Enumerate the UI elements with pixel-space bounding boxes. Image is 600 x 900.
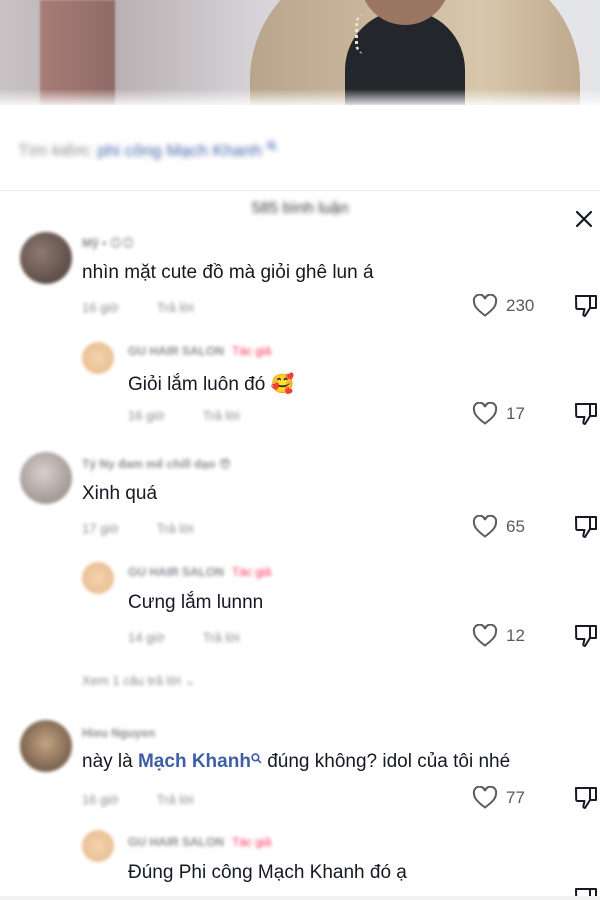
comment-meta: 16 giờ Trả lời bbox=[82, 300, 194, 315]
reply-button[interactable]: Trả lời bbox=[157, 300, 194, 315]
like-count: 17 bbox=[506, 404, 525, 423]
close-button[interactable] bbox=[570, 205, 598, 233]
dislike-button[interactable] bbox=[573, 401, 599, 427]
link-label: Mạch Khanh bbox=[137, 751, 251, 772]
reply-text: Giỏi lắm luôn đó 🥰 bbox=[128, 374, 295, 395]
search-link[interactable]: Mạch Khanh bbox=[138, 751, 262, 772]
like-button[interactable]: 65 bbox=[472, 515, 525, 539]
comment-text: này là Mạch Khanh đúng không? idol của t… bbox=[82, 751, 510, 773]
reply-text: Đúng Phi công Mạch Khanh đó ạ bbox=[128, 862, 407, 883]
reply-meta: 14 giờ Trả lời bbox=[128, 630, 240, 645]
bottom-divider bbox=[0, 896, 600, 900]
avatar[interactable] bbox=[82, 342, 114, 374]
reply-time: 14 giờ bbox=[128, 630, 165, 645]
heart-outline-icon bbox=[472, 294, 498, 317]
dislike-button[interactable] bbox=[573, 514, 599, 540]
comment-text-end: đúng không? idol của tôi nhé bbox=[267, 751, 511, 772]
comment-time: 16 giờ bbox=[82, 300, 119, 315]
heart-outline-icon bbox=[472, 624, 498, 647]
reply-author-name: GU HAIR SALON bbox=[128, 344, 224, 358]
reply-button[interactable]: Trả lời bbox=[157, 521, 194, 536]
comment-time: 17 giờ bbox=[82, 521, 119, 536]
reply-meta: 16 giờ Trả lời bbox=[128, 408, 240, 423]
video-preview[interactable] bbox=[0, 0, 600, 105]
dislike-button[interactable] bbox=[573, 293, 599, 319]
avatar[interactable] bbox=[20, 232, 72, 284]
name-emoji: 😎 bbox=[218, 457, 232, 471]
avatar[interactable] bbox=[82, 562, 114, 594]
video-person-chain bbox=[355, 14, 378, 54]
search-icon bbox=[266, 141, 277, 151]
video-fade bbox=[0, 89, 600, 105]
search-suggestion-bar[interactable]: Tìm kiếm: phi công Mạch Khanh bbox=[0, 105, 600, 191]
avatar[interactable] bbox=[82, 830, 114, 862]
like-button[interactable]: 230 bbox=[472, 294, 534, 318]
author-tag: Tác giả bbox=[232, 565, 272, 579]
reply-username[interactable]: GU HAIR SALON Tác giả bbox=[128, 835, 271, 849]
reply-author-name: GU HAIR SALON bbox=[128, 835, 224, 849]
reply-time: 16 giờ bbox=[128, 408, 165, 423]
comment-time: 16 giờ bbox=[82, 792, 119, 807]
comment-author-name: Tý Ny đam mê chill dạo bbox=[82, 457, 216, 471]
thumbs-down-icon bbox=[575, 516, 597, 538]
heart-outline-icon bbox=[472, 786, 498, 809]
like-count: 12 bbox=[506, 626, 525, 645]
heart-outline-icon bbox=[472, 402, 498, 425]
reply-button[interactable]: Trả lời bbox=[203, 630, 240, 645]
search-icon bbox=[251, 753, 262, 764]
reply-button[interactable]: Trả lời bbox=[203, 408, 240, 423]
comment-username[interactable]: Tý Ny đam mê chill dạo 😎 bbox=[82, 457, 231, 471]
search-suggestion[interactable]: Tìm kiếm: phi công Mạch Khanh bbox=[18, 141, 277, 161]
like-count: 65 bbox=[506, 517, 525, 536]
comments-count-title: 585 bình luận bbox=[251, 200, 349, 217]
like-button[interactable]: 17 bbox=[472, 402, 525, 426]
like-count: 230 bbox=[506, 296, 535, 315]
thumbs-down-icon bbox=[575, 625, 597, 647]
comment-username[interactable]: Hieu Nguyen bbox=[82, 726, 155, 740]
author-tag: Tác giả bbox=[232, 344, 272, 358]
avatar[interactable] bbox=[20, 452, 72, 504]
search-term[interactable]: phi công Mạch Khanh bbox=[97, 141, 261, 160]
reply-author-name: GU HAIR SALON bbox=[128, 565, 224, 579]
dislike-button[interactable] bbox=[573, 623, 599, 649]
thumbs-down-icon bbox=[575, 295, 597, 317]
author-tag: Tác giả bbox=[232, 835, 272, 849]
avatar[interactable] bbox=[20, 720, 72, 772]
comment-text-start: này là bbox=[82, 751, 133, 772]
reply-text: Cưng lắm lunnn bbox=[128, 592, 264, 613]
like-button[interactable]: 12 bbox=[472, 624, 525, 648]
comment-text: nhìn mặt cute đồ mà giỏi ghê lun á bbox=[82, 262, 374, 283]
reply-username[interactable]: GU HAIR SALON Tác giả bbox=[128, 565, 271, 579]
comment-meta: 16 giờ Trả lời bbox=[82, 792, 194, 807]
dislike-button[interactable] bbox=[573, 785, 599, 811]
reply-button[interactable]: Trả lời bbox=[157, 792, 194, 807]
like-button[interactable]: 77 bbox=[472, 786, 525, 810]
close-icon bbox=[575, 210, 593, 228]
comment-username[interactable]: Mỹ • 😊😊 bbox=[82, 236, 135, 250]
heart-outline-icon bbox=[472, 515, 498, 538]
like-count: 77 bbox=[506, 788, 525, 807]
thumbs-down-icon bbox=[575, 403, 597, 425]
view-more-replies[interactable]: Xem 1 câu trả lời ⌄ bbox=[82, 673, 195, 689]
thumbs-down-icon bbox=[575, 787, 597, 809]
reply-username[interactable]: GU HAIR SALON Tác giả bbox=[128, 344, 271, 358]
search-prefix: Tìm kiếm: bbox=[18, 141, 93, 160]
comment-meta: 17 giờ Trả lời bbox=[82, 521, 194, 536]
comment-text: Xinh quá bbox=[82, 483, 158, 504]
